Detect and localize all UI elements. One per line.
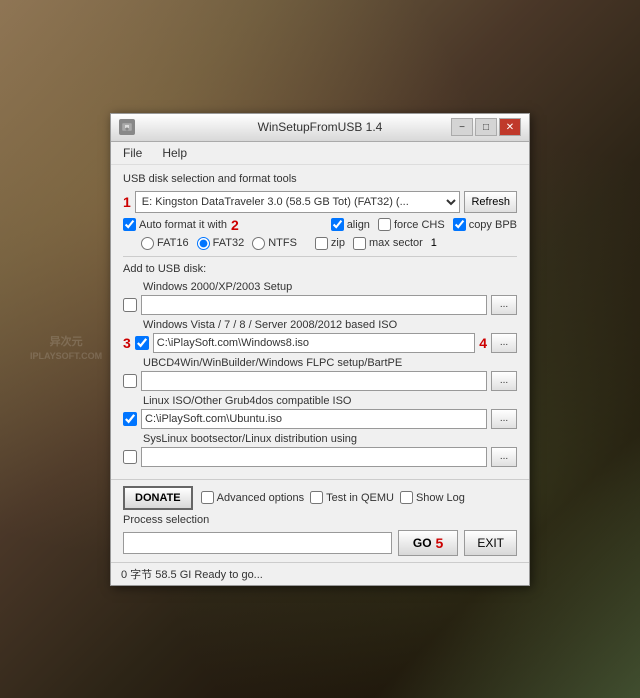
auto-format-row: Auto format it with 2 align force CHS co…	[123, 217, 517, 233]
refresh-button[interactable]: Refresh	[464, 191, 517, 213]
step4-badge: 4	[479, 335, 487, 351]
syslinux-path[interactable]	[141, 447, 487, 467]
max-sector-value: 1	[431, 237, 437, 249]
win2000-row: ...	[123, 295, 517, 315]
winvista-label: Windows Vista / 7 / 8 / Server 2008/2012…	[123, 319, 517, 331]
ubcd4win-label: UBCD4Win/WinBuilder/Windows FLPC setup/B…	[123, 357, 517, 369]
ubcd4win-path[interactable]	[141, 371, 487, 391]
bottom-section: DONATE Advanced options Test in QEMU Sho…	[111, 479, 529, 562]
win2000-label: Windows 2000/XP/2003 Setup	[123, 281, 517, 293]
usb-item-syslinux: SysLinux bootsector/Linux distribution u…	[123, 433, 517, 467]
maximize-button[interactable]: □	[475, 118, 497, 136]
usb-item-winvista: Windows Vista / 7 / 8 / Server 2008/2012…	[123, 319, 517, 353]
process-label: Process selection	[123, 514, 517, 526]
syslinux-row: ...	[123, 447, 517, 467]
linux-browse-button[interactable]: ...	[491, 409, 517, 429]
status-bar: 0 字节 58.5 GI Ready to go...	[111, 562, 529, 585]
winvista-row: 3 4 ...	[123, 333, 517, 353]
max-sector-checkbox[interactable]	[353, 237, 366, 250]
copy-bpb-checkbox[interactable]	[453, 218, 466, 231]
process-row: GO 5 EXIT	[123, 530, 517, 556]
show-log-checkbox[interactable]	[400, 491, 413, 504]
content-area: USB disk selection and format tools 1 E:…	[111, 165, 529, 479]
test-qemu-label[interactable]: Test in QEMU	[310, 491, 394, 504]
test-qemu-checkbox[interactable]	[310, 491, 323, 504]
syslinux-checkbox[interactable]	[123, 450, 137, 464]
linux-row: ...	[123, 409, 517, 429]
watermark: 异次元 IPLAYSOFT.COM	[30, 335, 102, 363]
winvista-path[interactable]	[153, 333, 475, 353]
step1-badge: 1	[123, 194, 131, 210]
step3-badge: 3	[123, 335, 131, 351]
go-button[interactable]: GO 5	[398, 530, 458, 556]
fat32-radio[interactable]	[197, 237, 210, 250]
fat32-option[interactable]: FAT32	[197, 237, 245, 250]
step5-badge: 5	[436, 535, 444, 551]
linux-path[interactable]	[141, 409, 487, 429]
main-window: WinSetupFromUSB 1.4 − □ ✕ File Help USB …	[110, 113, 530, 586]
exit-button[interactable]: EXIT	[464, 530, 517, 556]
advanced-options-label[interactable]: Advanced options	[201, 491, 304, 504]
ntfs-option[interactable]: NTFS	[252, 237, 297, 250]
win2000-checkbox[interactable]	[123, 298, 137, 312]
menu-bar: File Help	[111, 142, 529, 165]
align-checkbox[interactable]	[331, 218, 344, 231]
usb-item-win2000: Windows 2000/XP/2003 Setup ...	[123, 281, 517, 315]
window-controls: − □ ✕	[451, 118, 521, 136]
menu-file[interactable]: File	[119, 144, 146, 162]
advanced-options-checkbox[interactable]	[201, 491, 214, 504]
title-bar: WinSetupFromUSB 1.4 − □ ✕	[111, 114, 529, 142]
zip-checkbox[interactable]	[315, 237, 328, 250]
ubcd4win-checkbox[interactable]	[123, 374, 137, 388]
ubcd4win-row: ...	[123, 371, 517, 391]
minimize-button[interactable]: −	[451, 118, 473, 136]
zip-option[interactable]: zip	[315, 237, 345, 250]
drive-select[interactable]: E: Kingston DataTraveler 3.0 (58.5 GB To…	[135, 191, 461, 213]
max-sector-option[interactable]: max sector	[353, 237, 423, 250]
syslinux-browse-button[interactable]: ...	[491, 447, 517, 467]
drive-row: 1 E: Kingston DataTraveler 3.0 (58.5 GB …	[123, 191, 517, 213]
win2000-browse-button[interactable]: ...	[491, 295, 517, 315]
step2-badge: 2	[231, 217, 239, 233]
auto-format-label[interactable]: Auto format it with	[123, 218, 227, 231]
status-text: 0 字节 58.5 GI Ready to go...	[121, 569, 263, 581]
fat16-radio[interactable]	[141, 237, 154, 250]
show-log-label[interactable]: Show Log	[400, 491, 465, 504]
bottom-options: Advanced options Test in QEMU Show Log	[201, 491, 465, 504]
ubcd4win-browse-button[interactable]: ...	[491, 371, 517, 391]
process-input[interactable]	[123, 532, 392, 554]
usb-section-label: USB disk selection and format tools	[123, 173, 517, 185]
format-options-row: FAT16 FAT32 NTFS zip max sector 1	[123, 237, 517, 250]
app-icon	[119, 119, 135, 135]
fat16-option[interactable]: FAT16	[141, 237, 189, 250]
window-title: WinSetupFromUSB 1.4	[258, 120, 383, 134]
add-label: Add to USB disk:	[123, 263, 517, 275]
syslinux-label: SysLinux bootsector/Linux distribution u…	[123, 433, 517, 445]
ntfs-radio[interactable]	[252, 237, 265, 250]
usb-item-ubcd4win: UBCD4Win/WinBuilder/Windows FLPC setup/B…	[123, 357, 517, 391]
usb-item-linux: Linux ISO/Other Grub4dos compatible ISO …	[123, 395, 517, 429]
divider-1	[123, 256, 517, 257]
win2000-path[interactable]	[141, 295, 487, 315]
force-chs-option[interactable]: force CHS	[378, 218, 445, 231]
force-chs-checkbox[interactable]	[378, 218, 391, 231]
align-option[interactable]: align	[331, 218, 370, 231]
winvista-browse-button[interactable]: ...	[491, 333, 517, 353]
auto-format-checkbox[interactable]	[123, 218, 136, 231]
linux-label: Linux ISO/Other Grub4dos compatible ISO	[123, 395, 517, 407]
menu-help[interactable]: Help	[158, 144, 191, 162]
winvista-checkbox[interactable]	[135, 336, 149, 350]
copy-bpb-option[interactable]: copy BPB	[453, 218, 517, 231]
donate-button[interactable]: DONATE	[123, 486, 193, 510]
donate-row: DONATE Advanced options Test in QEMU Sho…	[123, 486, 517, 510]
linux-checkbox[interactable]	[123, 412, 137, 426]
close-button[interactable]: ✕	[499, 118, 521, 136]
